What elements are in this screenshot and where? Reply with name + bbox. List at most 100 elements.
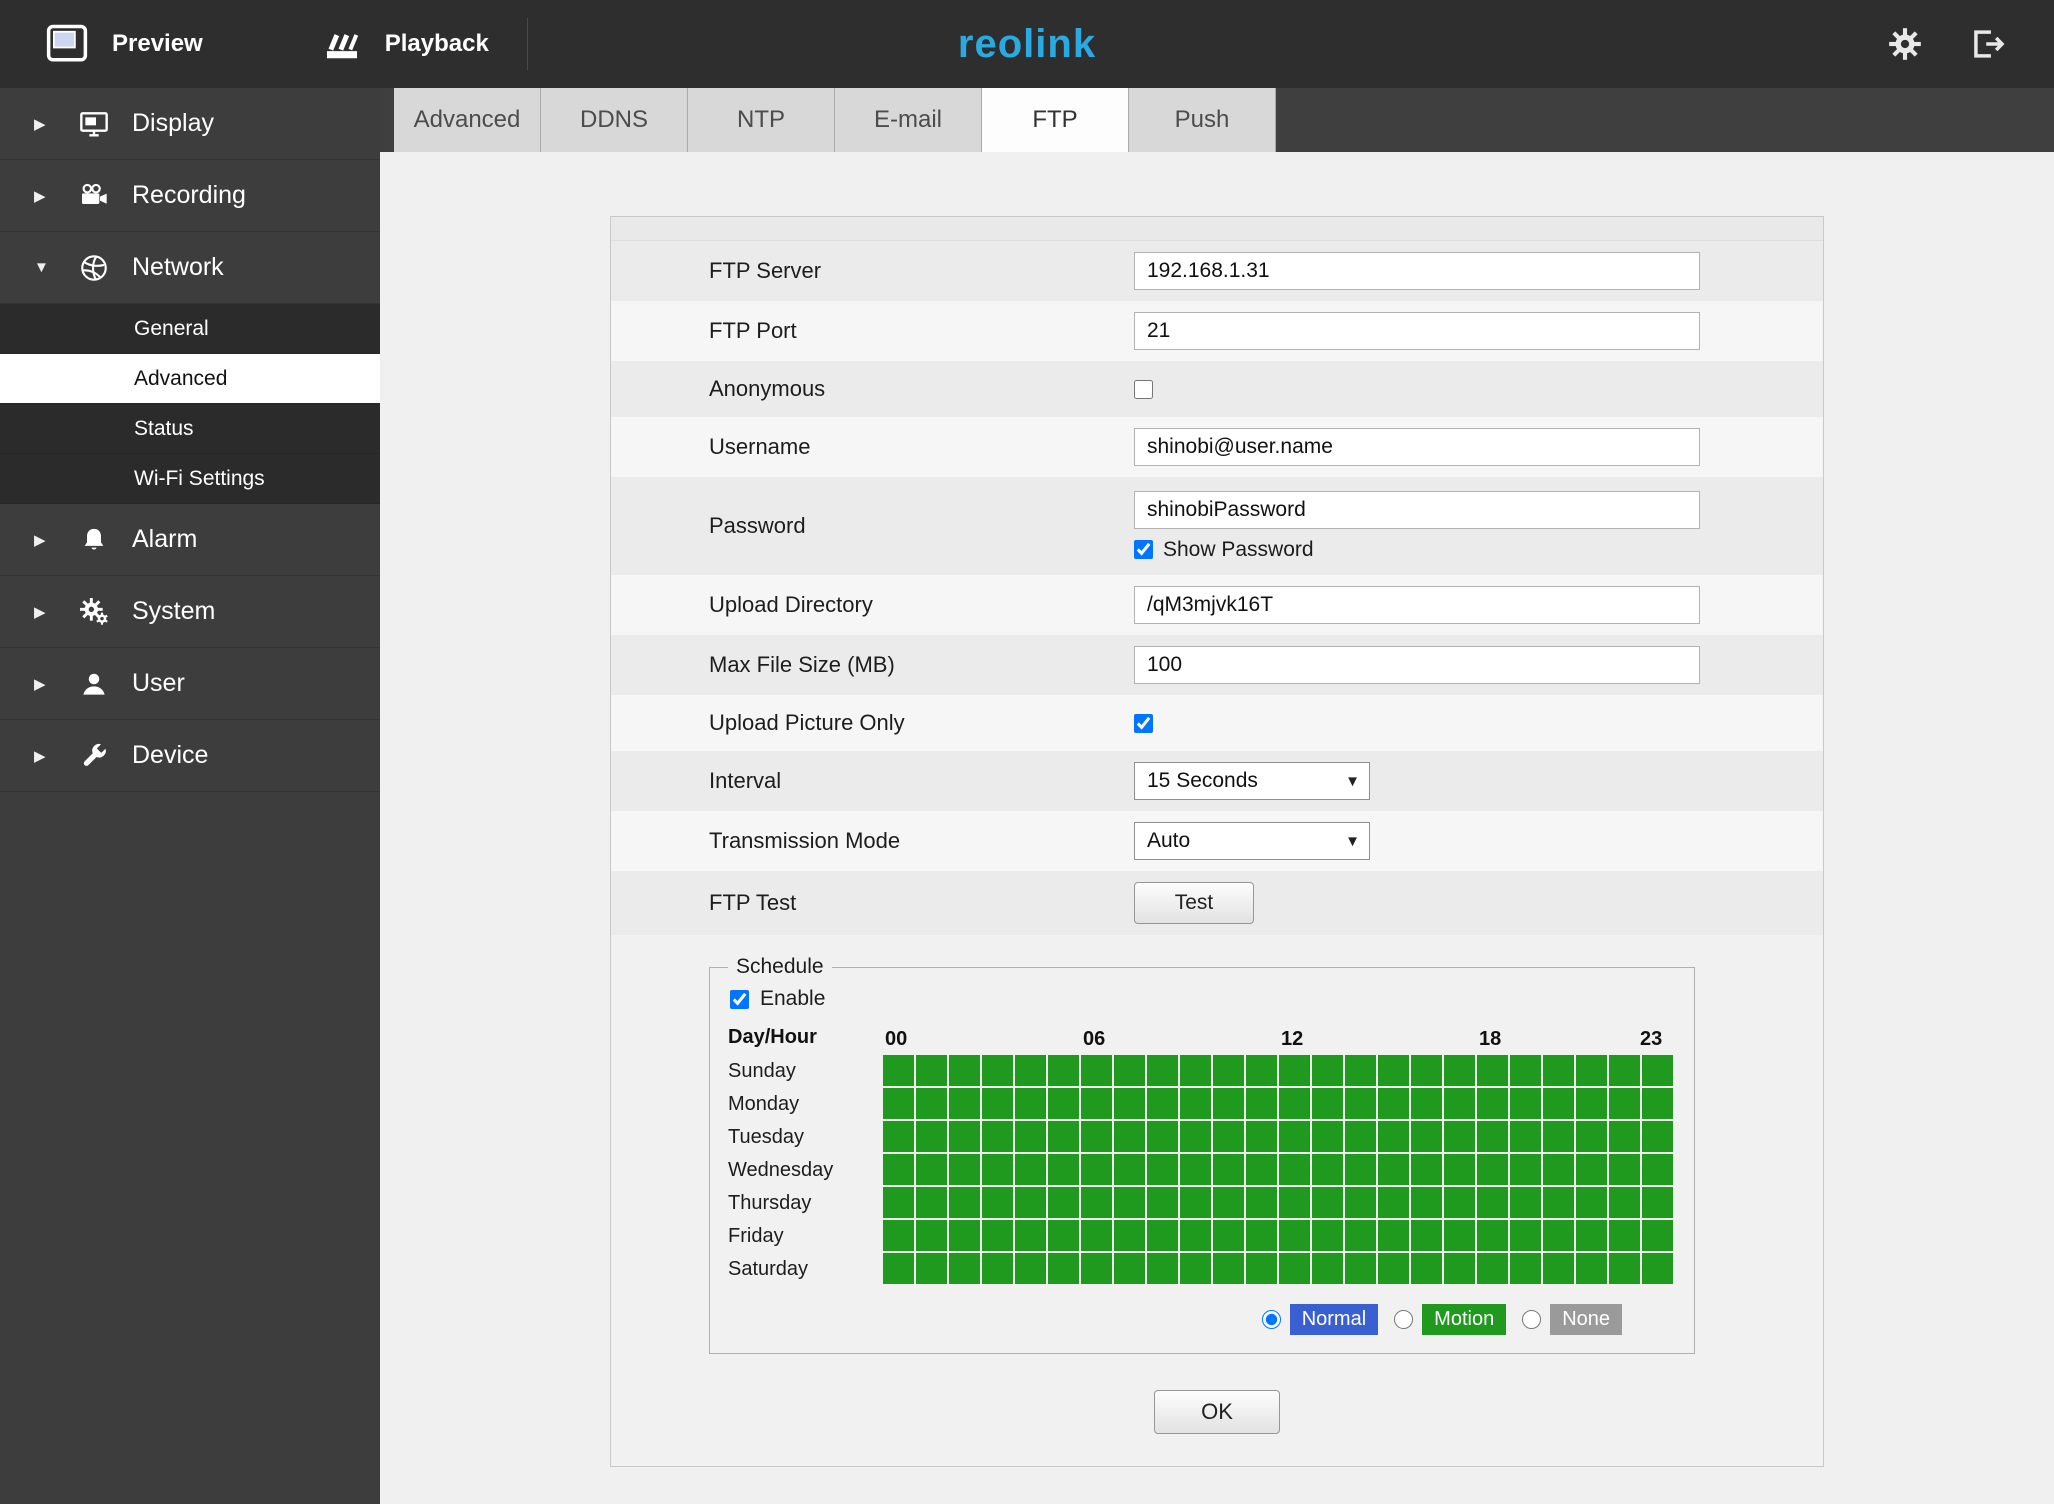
schedule-cell[interactable] bbox=[916, 1187, 947, 1218]
normal-chip[interactable]: Normal bbox=[1289, 1304, 1379, 1335]
sidebar-subitem-advanced[interactable]: Advanced bbox=[0, 354, 380, 404]
schedule-cell[interactable] bbox=[1147, 1220, 1178, 1251]
schedule-cell[interactable] bbox=[1576, 1088, 1607, 1119]
schedule-cell[interactable] bbox=[1114, 1187, 1145, 1218]
schedule-cell[interactable] bbox=[1081, 1253, 1112, 1284]
schedule-cell[interactable] bbox=[916, 1154, 947, 1185]
normal-radio[interactable] bbox=[1261, 1310, 1281, 1329]
schedule-cell[interactable] bbox=[1147, 1121, 1178, 1152]
schedule-cell[interactable] bbox=[1081, 1055, 1112, 1086]
schedule-cell[interactable] bbox=[1048, 1088, 1079, 1119]
sidebar-item-display[interactable]: ▶ Display bbox=[0, 88, 380, 160]
schedule-cell[interactable] bbox=[1378, 1088, 1409, 1119]
schedule-cell[interactable] bbox=[1642, 1088, 1673, 1119]
schedule-cell[interactable] bbox=[1444, 1154, 1475, 1185]
schedule-cell[interactable] bbox=[1345, 1121, 1376, 1152]
logout-icon[interactable] bbox=[1968, 25, 2006, 63]
schedule-cell[interactable] bbox=[982, 1187, 1013, 1218]
schedule-cell[interactable] bbox=[1081, 1121, 1112, 1152]
ftp-server-input[interactable] bbox=[1134, 252, 1700, 290]
schedule-cell[interactable] bbox=[982, 1055, 1013, 1086]
schedule-cell[interactable] bbox=[1180, 1055, 1211, 1086]
schedule-cell[interactable] bbox=[1576, 1187, 1607, 1218]
schedule-cell[interactable] bbox=[949, 1121, 980, 1152]
sidebar-subitem-status[interactable]: Status bbox=[0, 404, 380, 454]
schedule-cell[interactable] bbox=[1477, 1253, 1508, 1284]
schedule-cell[interactable] bbox=[1246, 1055, 1277, 1086]
schedule-cell[interactable] bbox=[1048, 1055, 1079, 1086]
schedule-cell[interactable] bbox=[1147, 1055, 1178, 1086]
schedule-cell[interactable] bbox=[1312, 1055, 1343, 1086]
max-file-size-input[interactable] bbox=[1134, 646, 1700, 684]
schedule-cell[interactable] bbox=[1279, 1154, 1310, 1185]
schedule-cell[interactable] bbox=[1411, 1055, 1442, 1086]
schedule-cell[interactable] bbox=[1048, 1154, 1079, 1185]
schedule-cell[interactable] bbox=[1180, 1088, 1211, 1119]
tab-email[interactable]: E-mail bbox=[835, 88, 982, 152]
schedule-cell[interactable] bbox=[1444, 1088, 1475, 1119]
schedule-cell[interactable] bbox=[1642, 1187, 1673, 1218]
schedule-cell[interactable] bbox=[1576, 1121, 1607, 1152]
schedule-cell[interactable] bbox=[1213, 1088, 1244, 1119]
schedule-cell[interactable] bbox=[1576, 1154, 1607, 1185]
schedule-cell[interactable] bbox=[883, 1187, 914, 1218]
schedule-cell[interactable] bbox=[982, 1253, 1013, 1284]
schedule-cell[interactable] bbox=[1576, 1055, 1607, 1086]
motion-radio[interactable] bbox=[1394, 1310, 1414, 1329]
schedule-cell[interactable] bbox=[1642, 1220, 1673, 1251]
interval-select[interactable]: 15 Seconds ▼ bbox=[1134, 762, 1370, 800]
schedule-cell[interactable] bbox=[982, 1220, 1013, 1251]
motion-chip[interactable]: Motion bbox=[1422, 1304, 1507, 1335]
schedule-cell[interactable] bbox=[1477, 1055, 1508, 1086]
schedule-cell[interactable] bbox=[1543, 1253, 1574, 1284]
schedule-cell[interactable] bbox=[1510, 1220, 1541, 1251]
schedule-cell[interactable] bbox=[1279, 1088, 1310, 1119]
sidebar-subitem-general[interactable]: General bbox=[0, 304, 380, 354]
schedule-cell[interactable] bbox=[1345, 1088, 1376, 1119]
schedule-cell[interactable] bbox=[1213, 1220, 1244, 1251]
schedule-cell[interactable] bbox=[1081, 1088, 1112, 1119]
schedule-cell[interactable] bbox=[1048, 1187, 1079, 1218]
schedule-cell[interactable] bbox=[1312, 1220, 1343, 1251]
schedule-cell[interactable] bbox=[1279, 1187, 1310, 1218]
schedule-cell[interactable] bbox=[949, 1154, 980, 1185]
schedule-cell[interactable] bbox=[1609, 1220, 1640, 1251]
schedule-cell[interactable] bbox=[1609, 1154, 1640, 1185]
schedule-cell[interactable] bbox=[1411, 1121, 1442, 1152]
playback-nav[interactable]: Playback bbox=[321, 25, 489, 63]
schedule-cell[interactable] bbox=[1246, 1088, 1277, 1119]
schedule-cell[interactable] bbox=[1246, 1253, 1277, 1284]
schedule-cell[interactable] bbox=[1642, 1055, 1673, 1086]
schedule-cell[interactable] bbox=[1279, 1220, 1310, 1251]
schedule-cell[interactable] bbox=[1213, 1055, 1244, 1086]
schedule-cell[interactable] bbox=[1015, 1253, 1046, 1284]
upload-directory-input[interactable] bbox=[1134, 586, 1700, 624]
schedule-cell[interactable] bbox=[1081, 1154, 1112, 1185]
preview-nav[interactable]: Preview bbox=[44, 23, 203, 65]
schedule-cell[interactable] bbox=[1411, 1253, 1442, 1284]
schedule-cell[interactable] bbox=[1048, 1220, 1079, 1251]
settings-gear-icon[interactable] bbox=[1886, 25, 1924, 63]
schedule-cell[interactable] bbox=[1510, 1187, 1541, 1218]
sidebar-item-system[interactable]: ▶ System bbox=[0, 576, 380, 648]
schedule-cell[interactable] bbox=[1510, 1253, 1541, 1284]
schedule-cell[interactable] bbox=[1609, 1055, 1640, 1086]
schedule-cell[interactable] bbox=[1378, 1187, 1409, 1218]
ftp-test-button[interactable]: Test bbox=[1134, 882, 1254, 924]
schedule-cell[interactable] bbox=[1213, 1154, 1244, 1185]
schedule-cell[interactable] bbox=[1543, 1088, 1574, 1119]
schedule-cell[interactable] bbox=[883, 1253, 914, 1284]
schedule-cell[interactable] bbox=[1015, 1055, 1046, 1086]
schedule-cell[interactable] bbox=[1114, 1154, 1145, 1185]
schedule-cell[interactable] bbox=[1246, 1121, 1277, 1152]
schedule-cell[interactable] bbox=[949, 1187, 980, 1218]
schedule-cell[interactable] bbox=[1642, 1121, 1673, 1152]
schedule-cell[interactable] bbox=[1213, 1121, 1244, 1152]
schedule-cell[interactable] bbox=[1411, 1220, 1442, 1251]
tab-ddns[interactable]: DDNS bbox=[541, 88, 688, 152]
schedule-cell[interactable] bbox=[1576, 1220, 1607, 1251]
schedule-cell[interactable] bbox=[916, 1088, 947, 1119]
schedule-cell[interactable] bbox=[1642, 1154, 1673, 1185]
schedule-cell[interactable] bbox=[1345, 1154, 1376, 1185]
schedule-cell[interactable] bbox=[1048, 1121, 1079, 1152]
